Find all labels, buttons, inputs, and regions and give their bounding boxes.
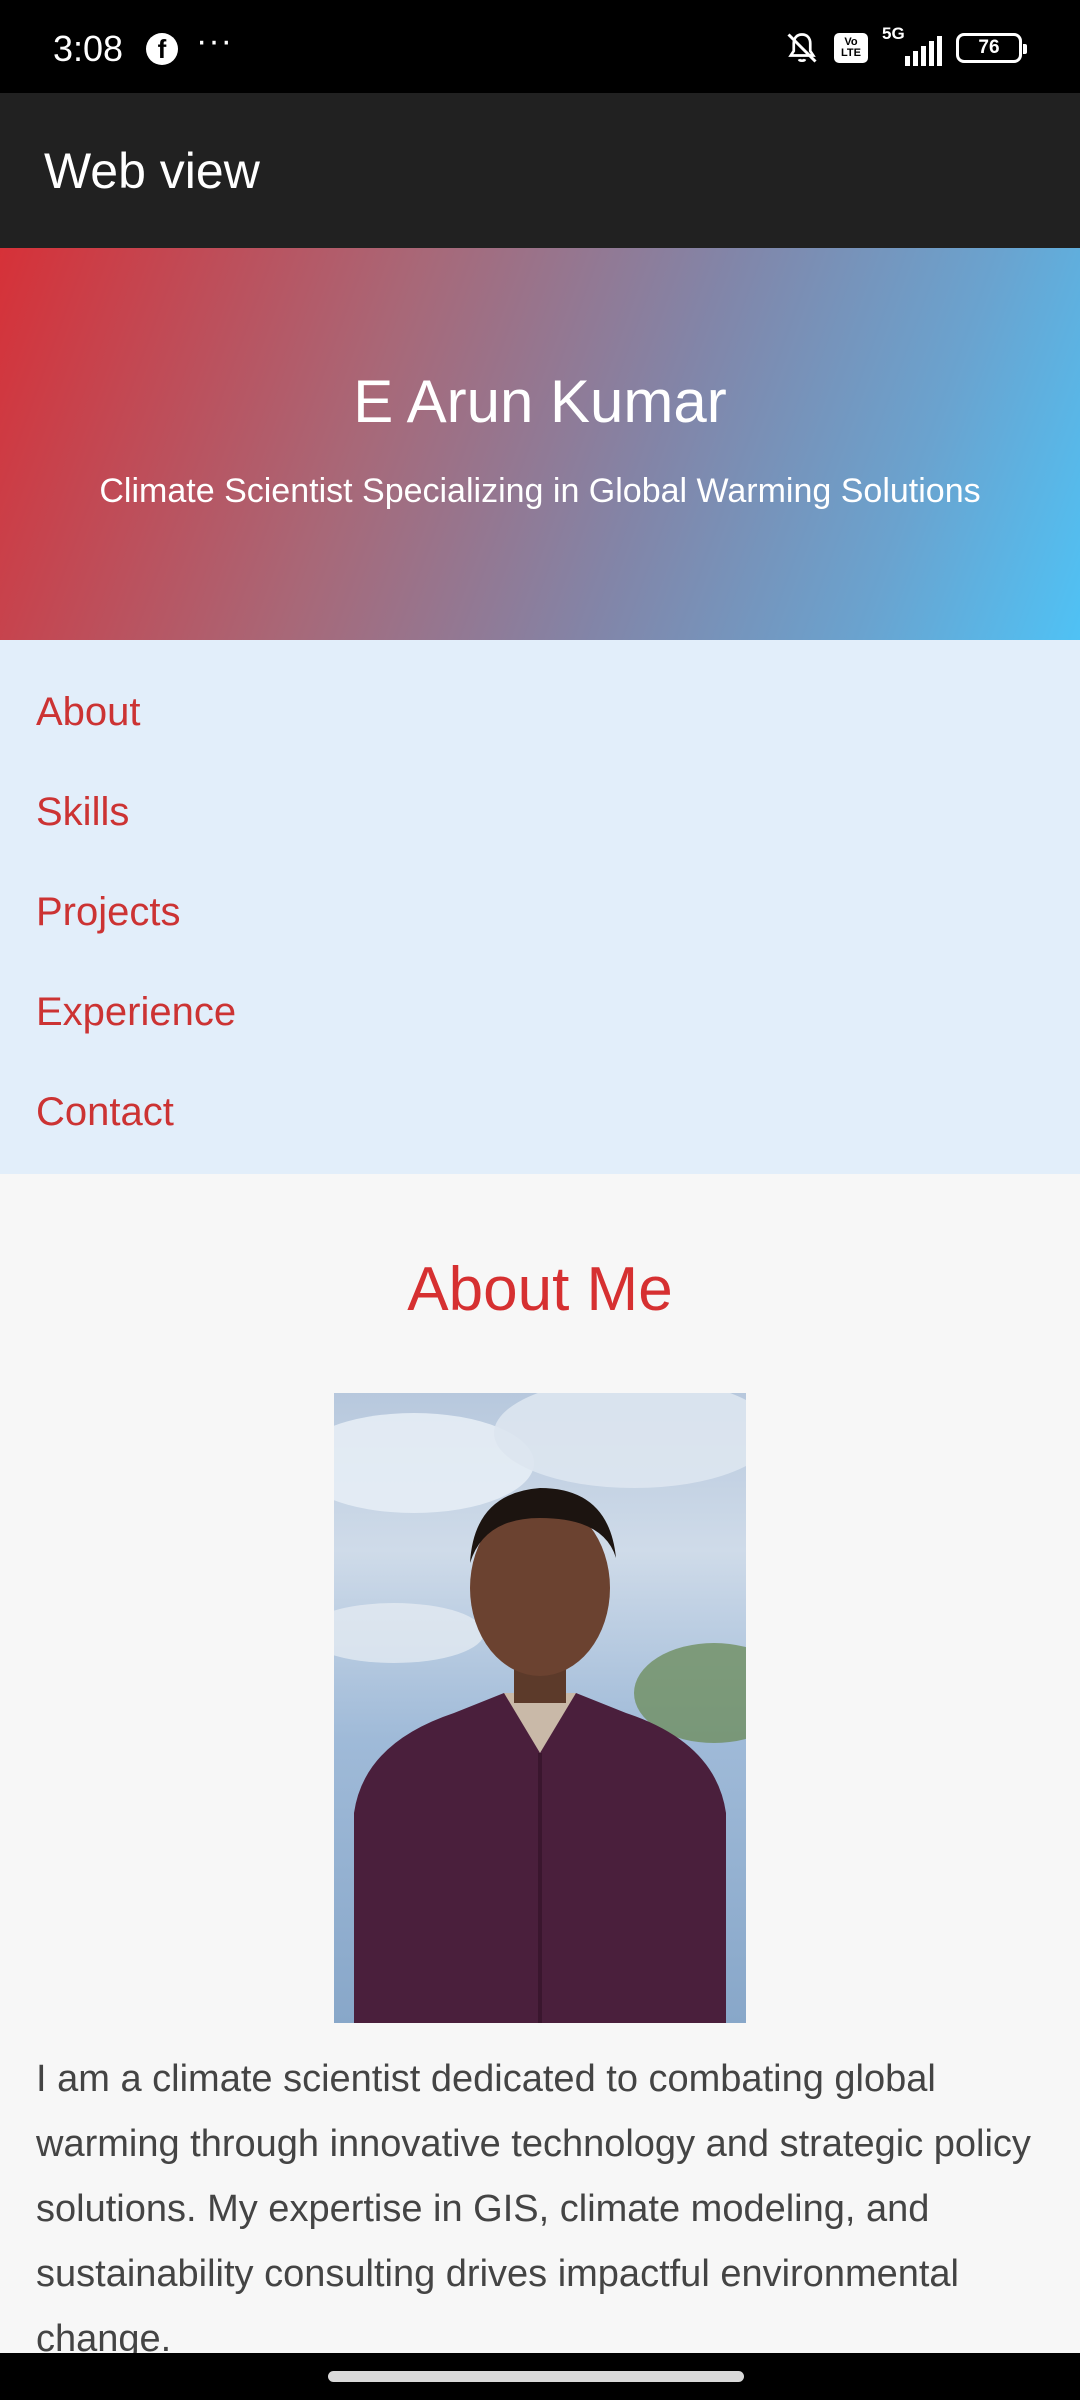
nav-link-experience[interactable]: Experience — [0, 962, 1080, 1062]
signal-icon: 5G — [882, 24, 942, 66]
network-type: 5G — [882, 24, 905, 43]
home-gesture-bar[interactable] — [328, 2371, 744, 2382]
status-bar: 3:08 f ··· Vo LTE 5G 76 — [0, 0, 1080, 93]
volte-bottom-text: LTE — [841, 47, 861, 59]
bell-muted-icon — [787, 33, 817, 63]
hero-name: E Arun Kumar — [353, 368, 727, 435]
about-text: I am a climate scientist dedicated to co… — [36, 2058, 1031, 2353]
battery-level: 76 — [978, 37, 1000, 58]
site-nav: About Skills Projects Experience Contact — [0, 640, 1080, 1174]
about-title: About Me — [407, 1255, 673, 1324]
webview[interactable]: E Arun Kumar Climate Scientist Specializ… — [0, 248, 1080, 2353]
app-title: Web view — [44, 142, 260, 199]
facebook-icon: f — [146, 33, 178, 65]
hero-tagline: Climate Scientist Specializing in Global… — [99, 472, 981, 510]
system-nav-bar — [0, 2353, 1080, 2400]
status-time: 3:08 — [53, 28, 124, 69]
status-icons: Vo LTE 5G 76 — [784, 24, 1027, 66]
signal-bars — [905, 36, 942, 66]
profile-photo-illustration — [334, 1393, 746, 2023]
nav-link-contact[interactable]: Contact — [0, 1062, 1080, 1162]
about-section: About Me I am a climate scientist dedica… — [0, 1174, 1080, 2353]
battery-icon: 76 — [956, 33, 1027, 63]
more-icon: ··· — [196, 22, 233, 60]
volte-icon: Vo LTE — [834, 33, 868, 63]
hero-header: E Arun Kumar Climate Scientist Specializ… — [0, 248, 1080, 640]
profile-photo — [334, 1393, 746, 2023]
nav-link-about[interactable]: About — [0, 662, 1080, 762]
nav-link-skills[interactable]: Skills — [0, 762, 1080, 862]
nav-link-projects[interactable]: Projects — [0, 862, 1080, 962]
app-bar: Web view — [0, 93, 1080, 248]
